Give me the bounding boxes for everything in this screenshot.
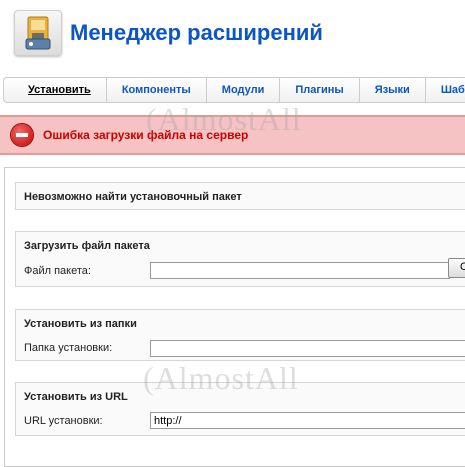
install-folder-input[interactable] (150, 340, 465, 357)
install-folder-label: Папка установки: (24, 342, 113, 354)
extension-manager-icon (14, 10, 62, 56)
upload-section-title: Загрузить файл пакета (24, 240, 150, 252)
install-panel: Невозможно найти установочный пакет Загр… (4, 167, 465, 467)
error-message-bar: Ошибка загрузки файла на сервер (0, 115, 465, 155)
package-file-label: Файл пакета: (24, 265, 91, 277)
upload-fieldset: Загрузить файл пакета Файл пакета: О (15, 231, 465, 287)
tab-languages[interactable]: Языки (360, 78, 426, 102)
error-minus-icon (11, 124, 33, 146)
notice-box: Невозможно найти установочный пакет (15, 182, 465, 210)
tab-modules[interactable]: Модули (207, 78, 281, 102)
tab-install[interactable]: Установить (4, 78, 107, 102)
install-folder-fieldset: Установить из папки Папка установки: (15, 309, 465, 361)
install-folder-title: Установить из папки (24, 318, 137, 330)
tab-components[interactable]: Компоненты (107, 78, 207, 102)
install-url-fieldset: Установить из URL URL установки: (15, 382, 465, 436)
install-url-title: Установить из URL (24, 391, 128, 403)
package-file-input[interactable] (150, 262, 450, 279)
install-url-label: URL установки: (24, 415, 103, 427)
install-url-input[interactable] (150, 412, 465, 429)
tab-plugins[interactable]: Плагины (280, 78, 360, 102)
tab-templates[interactable]: Шаб (426, 78, 465, 102)
submenu-tabs: Установить Компоненты Модули Плагины Языки Ша… (3, 77, 465, 103)
browse-button[interactable]: О (448, 258, 465, 278)
page-header: Менеджер расширений (0, 0, 465, 72)
error-message-text: Ошибка загрузки файла на сервер (43, 128, 249, 142)
notice-title: Невозможно найти установочный пакет (24, 191, 242, 203)
page-title: Менеджер расширений (70, 20, 323, 45)
